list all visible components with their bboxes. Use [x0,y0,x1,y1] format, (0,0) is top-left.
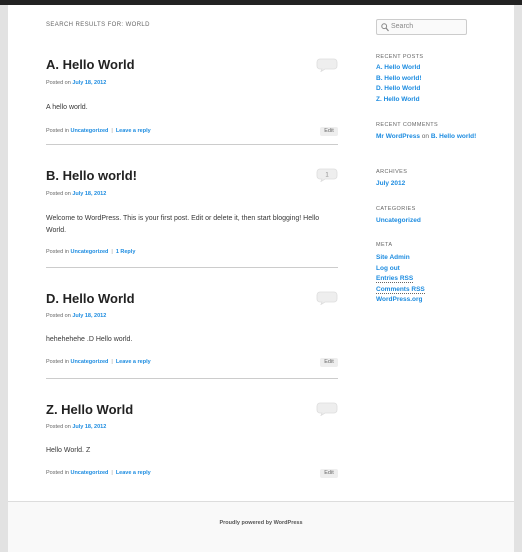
site-admin-link[interactable]: Site Admin [376,254,410,261]
magnifier-icon [381,23,389,32]
post-footer: Posted in Uncategorized | Leave a reply [46,470,151,476]
search-results-title: SEARCH RESULTS FOR: WORLD [46,22,150,28]
list-item: Mr WordPress on B. Hello world! [376,133,477,140]
post-divider [46,378,338,379]
entries-rss-link[interactable]: Entries RSS [376,275,414,283]
post-meta: Posted on July 18, 2012 [46,424,107,430]
edit-button[interactable]: Edit [320,358,338,367]
category-link[interactable]: Uncategorized [376,217,421,224]
speech-bubble-icon[interactable] [316,402,338,416]
post-title[interactable]: B. Hello world! [46,168,137,183]
comment-post-link[interactable]: B. Hello world! [431,133,477,140]
site-footer: Proudly powered by WordPress [8,501,514,552]
list-item: Log out [376,264,496,275]
list-item: Entries RSS [376,274,496,285]
meta-title: META [376,242,393,248]
post-title[interactable]: A. Hello World [46,57,135,72]
recent-posts-list: A. Hello World B. Hello world! D. Hello … [376,63,496,105]
post-footer: Posted in Uncategorized | Leave a reply [46,128,151,134]
post-footer: Posted in Uncategorized | Leave a reply [46,359,151,365]
reply-link[interactable]: Leave a reply [116,470,151,476]
search-input[interactable]: Search [376,19,467,35]
speech-bubble-icon[interactable] [316,291,338,305]
post-divider [46,144,338,145]
list-item: Z. Hello World [376,95,496,106]
speech-bubble-icon[interactable] [316,58,338,72]
post-date-link[interactable]: July 18, 2012 [72,80,106,86]
archives-list: July 2012 [376,179,496,190]
post-divider [46,267,338,268]
footer-credit-link[interactable]: Proudly powered by WordPress [8,520,514,526]
comments-rss-link[interactable]: Comments RSS [376,285,425,294]
post-body: Hello World. Z [46,447,91,454]
meta-list: Site Admin Log out Entries RSS Comments … [376,253,496,306]
list-item: B. Hello world! [376,74,496,85]
reply-link[interactable]: Leave a reply [116,128,151,134]
recent-post-link[interactable]: B. Hello world! [376,75,422,82]
list-item: Uncategorized [376,216,496,227]
post-body: Welcome to WordPress. This is your first… [46,215,320,234]
category-link[interactable]: Uncategorized [70,359,108,365]
post-meta: Posted on July 18, 2012 [46,191,107,197]
categories-title: CATEGORIES [376,206,416,212]
post-date-link[interactable]: July 18, 2012 [72,313,106,319]
category-link[interactable]: Uncategorized [70,249,108,255]
edit-button[interactable]: Edit [320,469,338,478]
recent-post-link[interactable]: Z. Hello World [376,96,420,103]
recent-posts-title: RECENT POSTS [376,54,424,60]
reply-link[interactable]: Leave a reply [116,359,151,365]
search-placeholder: Search [391,23,414,30]
list-item: A. Hello World [376,63,496,74]
post-meta: Posted on July 18, 2012 [46,80,107,86]
archives-title: ARCHIVES [376,169,408,175]
speech-bubble-icon[interactable]: 1 [316,168,338,182]
post-body: hehehehehe .D Hello world. [46,336,133,343]
post-footer: Posted in Uncategorized | 1 Reply [46,249,136,255]
reply-link[interactable]: 1 Reply [116,249,136,255]
categories-list: Uncategorized [376,216,496,227]
post-date-link[interactable]: July 18, 2012 [72,191,106,197]
list-item: D. Hello World [376,84,496,95]
comment-author-link[interactable]: Mr WordPress [376,133,420,140]
edit-button[interactable]: Edit [320,127,338,136]
recent-comments-title: RECENT COMMENTS [376,122,439,128]
list-item: July 2012 [376,179,496,190]
category-link[interactable]: Uncategorized [70,470,108,476]
list-item: WordPress.org [376,295,496,306]
archive-link[interactable]: July 2012 [376,180,405,187]
recent-post-link[interactable]: D. Hello World [376,85,420,92]
recent-comments-list: Mr WordPress on B. Hello world! [376,132,496,143]
post-date-link[interactable]: July 18, 2012 [72,424,106,430]
list-item: Site Admin [376,253,496,264]
page: SEARCH RESULTS FOR: WORLD A. Hello World… [8,5,514,552]
post-body: A hello world. [46,104,88,111]
wordpress-org-link[interactable]: WordPress.org [376,296,422,303]
post-meta: Posted on July 18, 2012 [46,313,107,319]
post-title[interactable]: D. Hello World [46,291,135,306]
post-title[interactable]: Z. Hello World [46,402,133,417]
recent-post-link[interactable]: A. Hello World [376,64,420,71]
list-item: Comments RSS [376,285,496,296]
log-out-link[interactable]: Log out [376,265,400,272]
category-link[interactable]: Uncategorized [70,128,108,134]
